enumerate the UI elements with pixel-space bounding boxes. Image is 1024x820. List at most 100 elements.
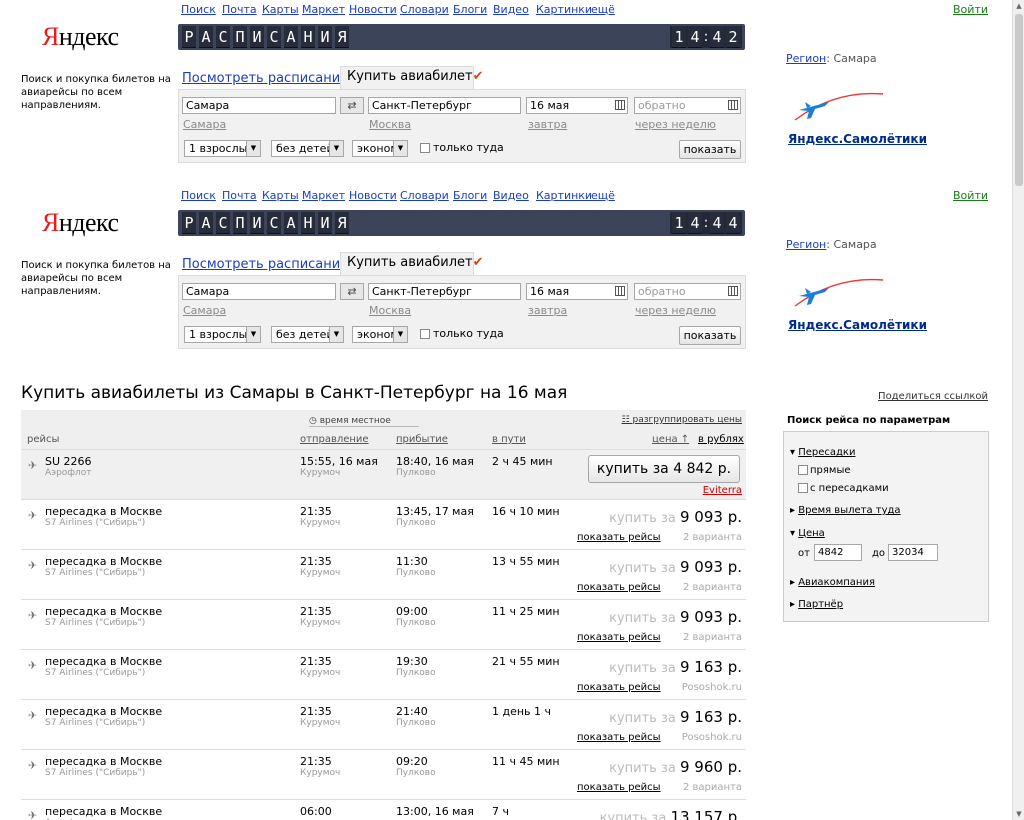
aviabrand-link[interactable]: Яндекс.Самолётики (788, 318, 927, 332)
filter-price[interactable]: ▾ Цена (790, 528, 825, 539)
hint-date[interactable]: завтра (528, 118, 567, 131)
to-input[interactable]: Санкт-Петербург (368, 97, 521, 114)
scroll-down-icon[interactable]: ▼ (1015, 809, 1023, 819)
tab-schedule[interactable]: Посмотреть расписание (182, 257, 348, 272)
show-flights-link[interactable]: показать рейсы (577, 682, 661, 693)
to-input[interactable]: Санкт-Петербург (368, 283, 521, 300)
table-row: ✈ пересадка в Москве S7 Airlines ("Сибирь"… (21, 650, 746, 700)
price-to-input[interactable]: 32034 (888, 544, 938, 561)
nav-link[interactable]: Новости (349, 189, 397, 202)
buy-link[interactable]: купить за 9 093 р. (609, 508, 742, 526)
logo[interactable]: Яндекс (42, 22, 119, 52)
col-price[interactable]: цена ↑ (652, 434, 689, 445)
show-flights-link[interactable]: показать рейсы (577, 782, 661, 793)
date-input[interactable]: 16 мая (526, 97, 628, 114)
hint-to[interactable]: Москва (369, 304, 411, 317)
oneway-checkbox[interactable] (420, 143, 430, 153)
show-button[interactable]: показать (679, 140, 741, 159)
buy-link[interactable]: купить за 9 093 р. (609, 608, 742, 626)
share-link[interactable]: Поделиться ссылкой (878, 391, 988, 402)
hint-return[interactable]: через неделю (635, 118, 716, 131)
nav-link[interactable]: Словари (400, 189, 449, 202)
buy-link[interactable]: купить за 9 163 р. (609, 658, 742, 676)
hint-to[interactable]: Москва (369, 118, 411, 131)
swap-button[interactable]: ⇄ (340, 97, 364, 114)
show-flights-link[interactable]: показать рейсы (577, 632, 661, 643)
price-from-input[interactable]: 4842 (814, 544, 862, 561)
filter-partner[interactable]: ▸ Партнёр (790, 599, 843, 610)
buy-link[interactable]: купить за 9 163 р. (609, 708, 742, 726)
return-date-input[interactable]: обратно (634, 283, 741, 300)
adults-select[interactable]: 1 взрослый ▼ (184, 140, 261, 157)
login-link[interactable]: Войти (953, 189, 988, 202)
col-arrival[interactable]: прибытие (396, 434, 448, 445)
swap-button[interactable]: ⇄ (340, 283, 364, 300)
aviabrand-link[interactable]: Яндекс.Самолётики (788, 132, 927, 146)
nav-link[interactable]: Маркет (302, 189, 345, 202)
nav-link[interactable]: Поиск (181, 3, 216, 16)
tab-schedule[interactable]: Посмотреть расписание (182, 71, 348, 86)
show-button[interactable]: показать (679, 326, 741, 345)
buy-link[interactable]: купить за 9 093 р. (609, 558, 742, 576)
hint-date[interactable]: завтра (528, 304, 567, 317)
seller-link[interactable]: Eviterra (703, 485, 742, 496)
nav-link[interactable]: Видео (493, 3, 529, 16)
tab-buy-ticket[interactable]: Купить авиабилет✔ (340, 252, 484, 276)
hint-from[interactable]: Самара (183, 304, 226, 317)
nav-link[interactable]: Почта (222, 3, 257, 16)
show-flights-link[interactable]: показать рейсы (577, 582, 661, 593)
return-date-input[interactable]: обратно (634, 97, 741, 114)
col-departure[interactable]: отправление (300, 434, 369, 445)
buy-button[interactable]: купить за 4 842 р. (588, 455, 740, 483)
nav-link[interactable]: Поиск (181, 189, 216, 202)
region-link[interactable]: Регион (786, 52, 826, 65)
nav-link[interactable]: ещё (591, 3, 615, 16)
cabin-select[interactable]: эконом ▼ (352, 326, 408, 343)
calendar-icon[interactable] (728, 286, 738, 296)
calendar-icon[interactable] (728, 100, 738, 110)
login-link[interactable]: Войти (953, 3, 988, 16)
scroll-thumb[interactable] (1015, 14, 1023, 186)
nav-link[interactable]: Карты (262, 3, 299, 16)
scrollbar[interactable]: ▲ ▼ (1012, 0, 1024, 820)
nav-link[interactable]: Картинки (536, 3, 592, 16)
nav-link[interactable]: Картинки (536, 189, 592, 202)
region-link[interactable]: Регион (786, 238, 826, 251)
oneway-checkbox[interactable] (420, 329, 430, 339)
transfers-checkbox[interactable] (798, 483, 808, 493)
scroll-up-icon[interactable]: ▲ (1015, 1, 1023, 11)
date-input[interactable]: 16 мая (526, 283, 628, 300)
nav-link[interactable]: Почта (222, 189, 257, 202)
filter-airline[interactable]: ▸ Авиакомпания (790, 577, 875, 588)
direct-checkbox[interactable] (798, 465, 808, 475)
show-flights-link[interactable]: показать рейсы (577, 532, 661, 543)
from-input[interactable]: Самара (182, 283, 336, 300)
nav-link[interactable]: Маркет (302, 3, 345, 16)
nav-link[interactable]: Блоги (453, 189, 487, 202)
hint-from[interactable]: Самара (183, 118, 226, 131)
filter-transfers[interactable]: ▾ Пересадки (790, 447, 855, 458)
col-currency[interactable]: в рублях (698, 434, 744, 445)
calendar-icon[interactable] (615, 100, 625, 110)
nav-link[interactable]: Новости (349, 3, 397, 16)
children-select[interactable]: без детей ▼ (271, 326, 344, 343)
buy-link[interactable]: купить за 9 960 р. (609, 758, 742, 776)
nav-link[interactable]: ещё (591, 189, 615, 202)
logo[interactable]: Яндекс (42, 208, 119, 238)
filter-departure-time[interactable]: ▸ Время вылета туда (790, 505, 901, 516)
nav-link[interactable]: Карты (262, 189, 299, 202)
children-select[interactable]: без детей ▼ (271, 140, 344, 157)
adults-select[interactable]: 1 взрослый ▼ (184, 326, 261, 343)
nav-link[interactable]: Видео (493, 189, 529, 202)
nav-link[interactable]: Словари (400, 3, 449, 16)
calendar-icon[interactable] (615, 286, 625, 296)
from-input[interactable]: Самара (182, 97, 336, 114)
buy-link[interactable]: купить за 13 157 р. (600, 808, 742, 820)
nav-link[interactable]: Блоги (453, 3, 487, 16)
tab-buy-ticket[interactable]: Купить авиабилет✔ (340, 66, 484, 90)
ungroup-prices-link[interactable]: ☷ разгруппировать цены (622, 415, 742, 425)
col-duration[interactable]: в пути (492, 434, 526, 445)
cabin-select[interactable]: эконом ▼ (352, 140, 408, 157)
show-flights-link[interactable]: показать рейсы (577, 732, 661, 743)
hint-return[interactable]: через неделю (635, 304, 716, 317)
